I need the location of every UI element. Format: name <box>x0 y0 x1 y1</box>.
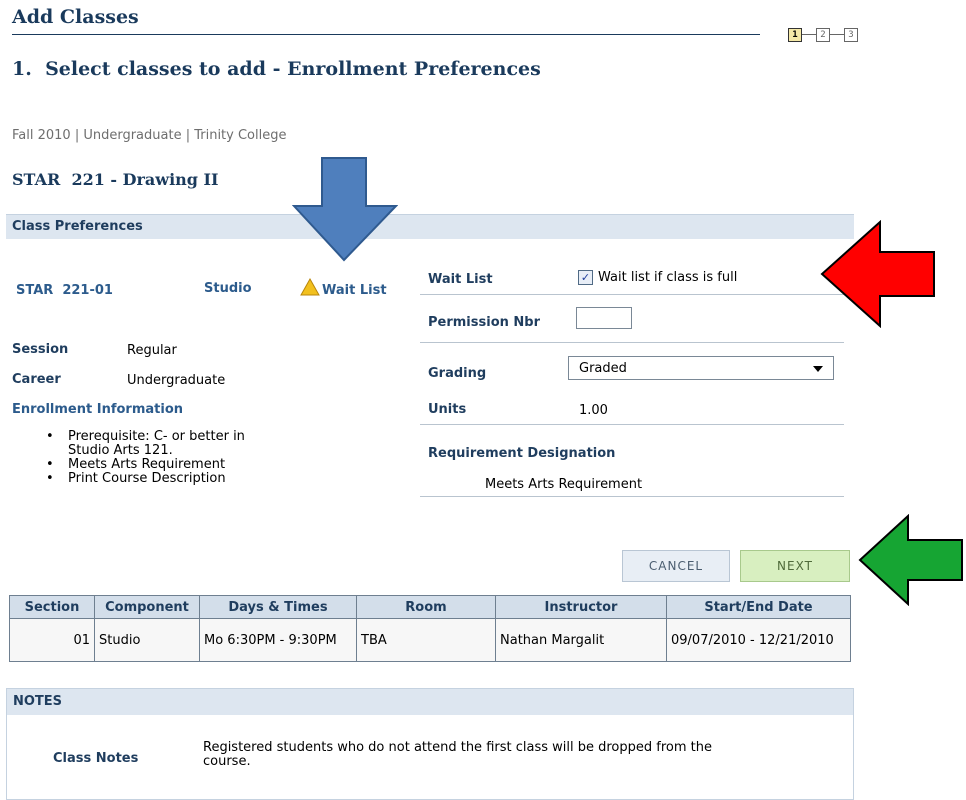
career-value: Undergraduate <box>127 373 226 388</box>
class-notes-label: Class Notes <box>53 751 139 766</box>
session-value: Regular <box>127 343 177 358</box>
col-start-end-date: Start/End Date <box>666 595 851 619</box>
cell-days-times: Mo 6:30PM - 9:30PM <box>199 618 357 662</box>
col-days-times: Days & Times <box>199 595 357 619</box>
col-room: Room <box>356 595 496 619</box>
enrollment-info-label: Enrollment Information <box>12 402 184 417</box>
cell-component: Studio <box>94 618 200 662</box>
class-preferences-header: Class Preferences <box>6 214 854 239</box>
col-section: Section <box>9 595 95 619</box>
class-preferences-heading: Class Preferences <box>12 219 143 234</box>
step-1: 1 <box>788 28 802 42</box>
wait-list-checkbox-label[interactable]: Wait list if class is full <box>598 270 737 285</box>
course-title: STAR 221 - Drawing II <box>12 170 219 189</box>
enrollment-meets-arts: Meets Arts Requirement <box>46 458 370 473</box>
cancel-button[interactable]: CANCEL <box>622 550 730 582</box>
page-subtitle: 1. Select classes to add - Enrollment Pr… <box>12 58 541 80</box>
career-label: Career <box>12 372 61 387</box>
notes-panel: NOTES Class Notes Registered students wh… <box>6 688 854 800</box>
table-row: 01 Studio Mo 6:30PM - 9:30PM TBA Nathan … <box>9 618 851 662</box>
requirement-designation-label: Requirement Designation <box>428 446 616 461</box>
grading-select[interactable]: Graded <box>568 356 834 380</box>
print-course-description-link[interactable]: Print Course Description <box>46 472 370 487</box>
cell-instructor: Nathan Margalit <box>495 618 667 662</box>
next-button[interactable]: NEXT <box>740 550 850 582</box>
step-3: 3 <box>844 28 858 42</box>
red-arrow-left <box>820 220 935 328</box>
enrollment-prereq: Prerequisite: C- or better in Studio Art… <box>46 430 370 458</box>
table-header-row: Section Component Days & Times Room Inst… <box>9 595 851 619</box>
permission-nbr-input[interactable] <box>576 307 632 329</box>
chevron-down-icon <box>813 366 823 372</box>
enrollment-info-list: Prerequisite: C- or better in Studio Art… <box>30 430 370 487</box>
units-value: 1.00 <box>579 403 608 418</box>
requirement-designation-value: Meets Arts Requirement <box>485 477 643 492</box>
component-label: Studio <box>204 281 252 296</box>
grading-label: Grading <box>428 366 487 381</box>
col-instructor: Instructor <box>495 595 667 619</box>
cell-room: TBA <box>356 618 496 662</box>
col-component: Component <box>94 595 200 619</box>
step-2: 2 <box>816 28 830 42</box>
wait-list-checkbox[interactable]: ✓ <box>578 270 593 285</box>
page-title: Add Classes <box>12 6 139 28</box>
notes-heading: NOTES <box>13 694 63 709</box>
cell-section: 01 <box>9 618 95 662</box>
wait-list-status-label: Wait List <box>322 283 387 298</box>
class-notes-text: Registered students who do not attend th… <box>203 740 712 769</box>
sections-table: Section Component Days & Times Room Inst… <box>9 595 851 662</box>
blue-arrow-down <box>292 157 398 262</box>
wait-list-label: Wait List <box>428 272 493 287</box>
notes-header: NOTES <box>7 689 853 715</box>
grading-select-value: Graded <box>579 361 627 376</box>
term-context: Fall 2010 | Undergraduate | Trinity Coll… <box>12 128 287 143</box>
session-label: Session <box>12 342 69 357</box>
permission-label: Permission Nbr <box>428 315 540 330</box>
section-code: STAR 221-01 <box>16 283 113 298</box>
units-label: Units <box>428 402 467 417</box>
green-arrow-left <box>858 514 963 606</box>
warning-icon <box>300 278 320 296</box>
cell-start-end-date: 09/07/2010 - 12/21/2010 <box>666 618 851 662</box>
title-underline <box>12 34 760 35</box>
